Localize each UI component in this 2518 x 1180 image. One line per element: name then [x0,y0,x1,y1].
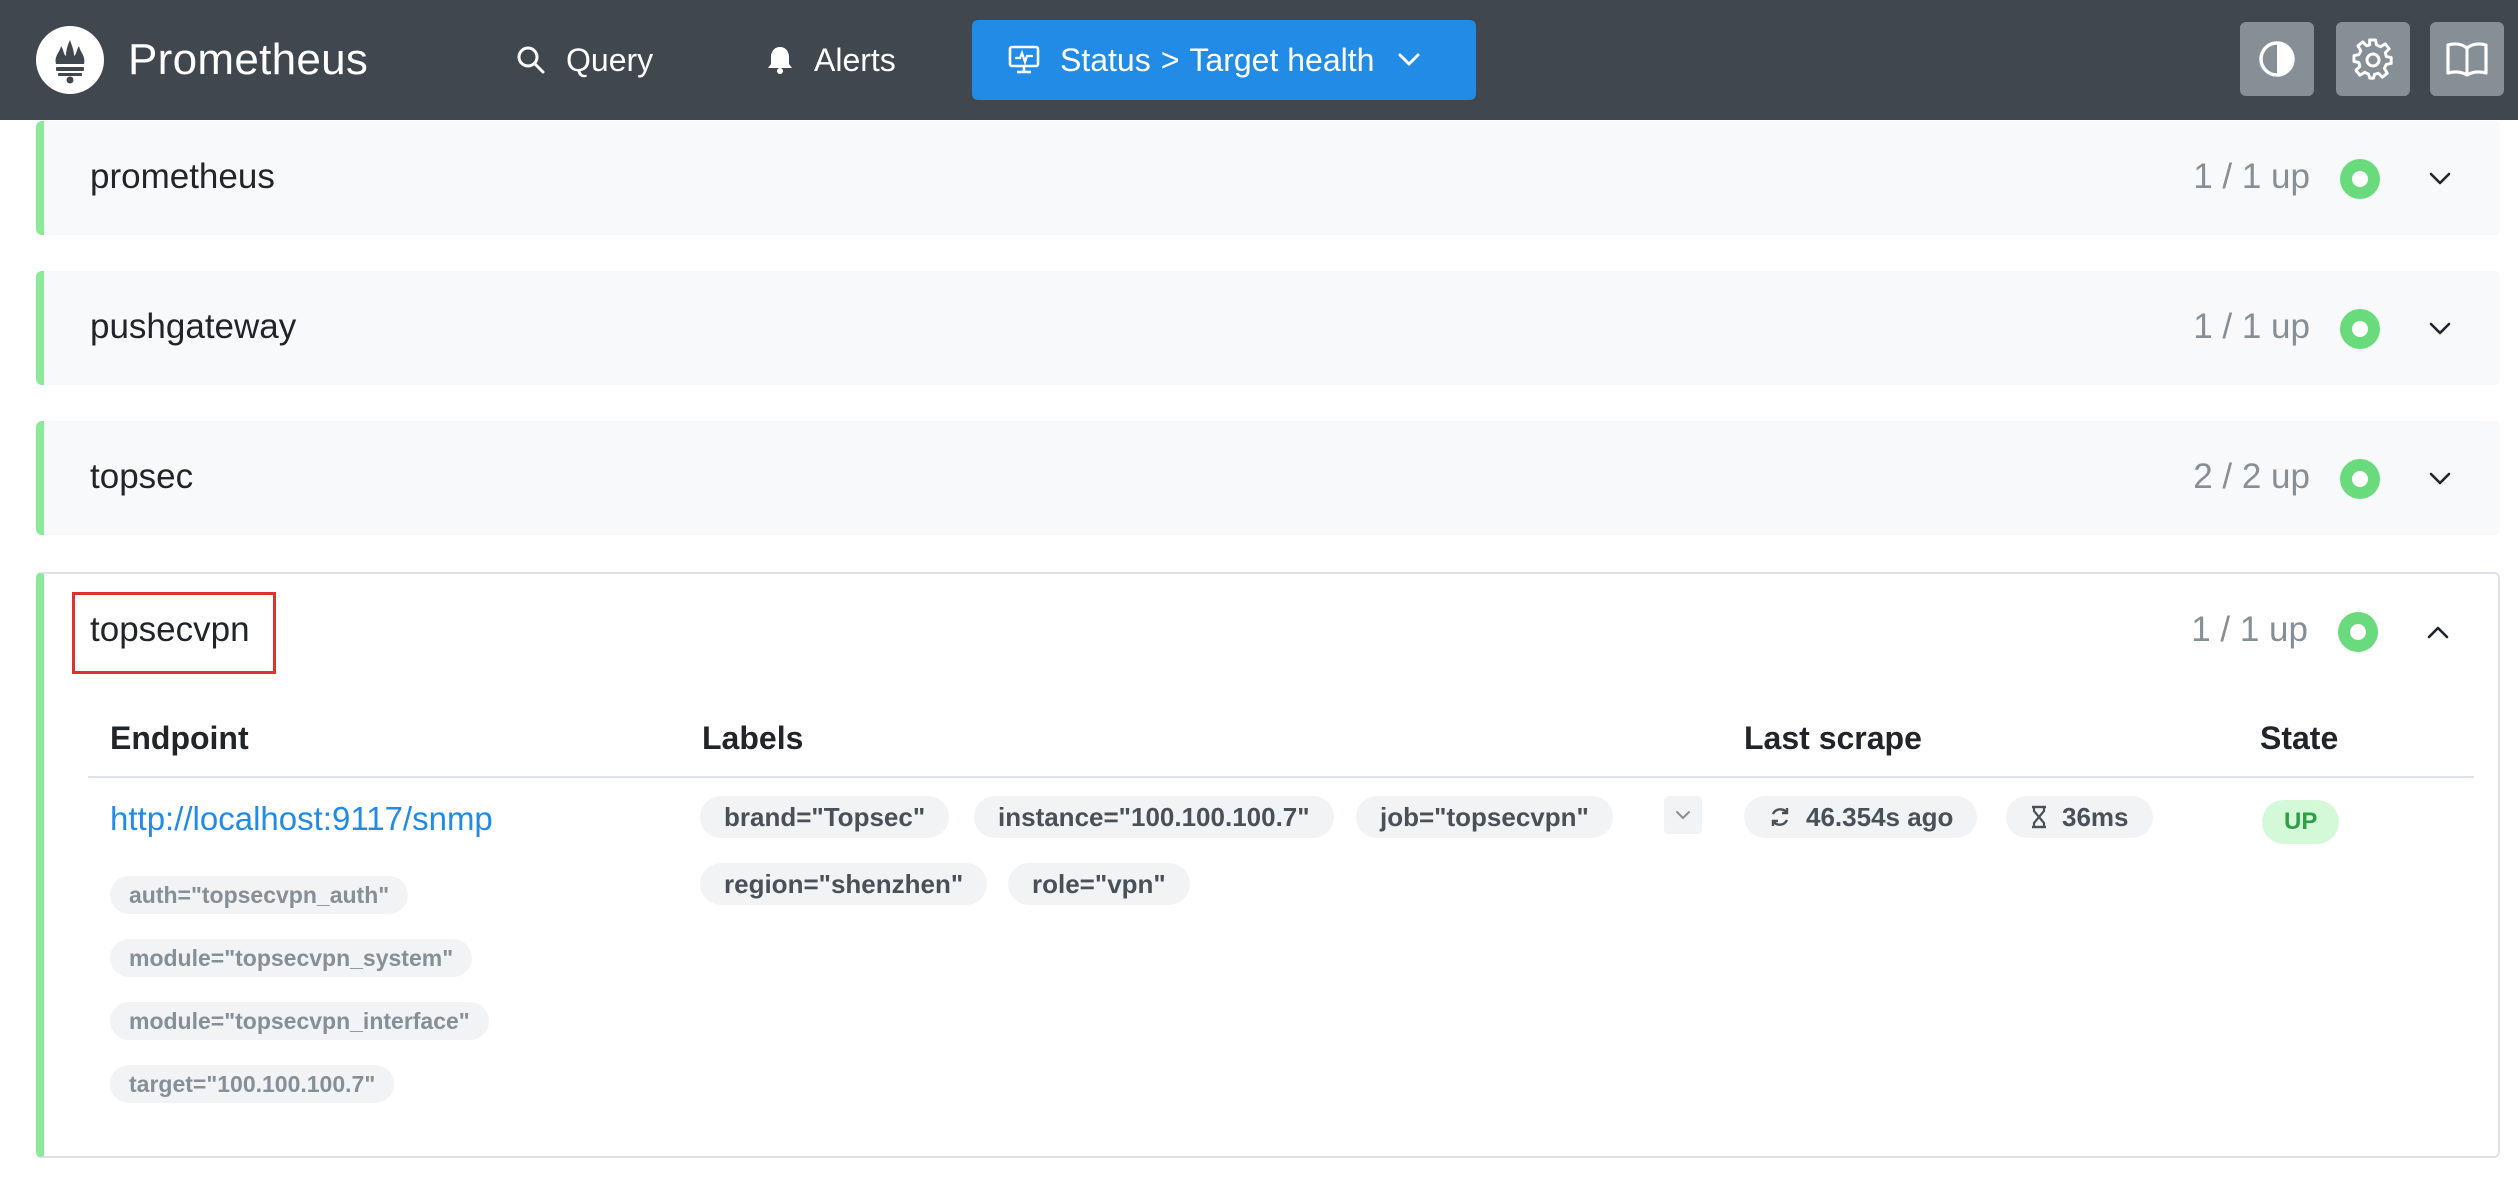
hourglass-icon [2032,805,2046,829]
endpoint-link[interactable]: http://localhost:9117/snmp [110,800,493,838]
health-ring-icon [2338,612,2378,652]
nav-alerts-link[interactable]: Alerts [750,20,912,100]
pool-pushgateway[interactable]: pushgateway 1 / 1 up [36,271,2500,385]
settings-button[interactable] [2336,22,2410,96]
pool-health-count: 2 / 2 up [2193,457,2310,496]
brand[interactable]: Prometheus [36,26,368,94]
target-label-badge: role="vpn" [1008,863,1190,905]
pool-topsec[interactable]: topsec 2 / 2 up [36,421,2500,535]
chevron-down-icon [1676,811,1690,820]
bell-icon [768,47,792,74]
monitor-icon [1008,45,1040,74]
nav-query-link[interactable]: Query [500,20,669,100]
pool-topsecvpn: topsecvpn 1 / 1 up Endpoint Labels Last … [36,572,2500,1158]
gear-icon [2352,38,2393,80]
prometheus-logo-icon [36,26,104,94]
contrast-icon [2259,41,2295,77]
pool-health-count: 1 / 1 up [2193,157,2310,196]
column-header-endpoint: Endpoint [110,720,249,756]
scrape-param-badge: module="topsecvpn_system" [110,939,473,977]
pool-name: prometheus [90,157,275,196]
pool-health-count: 1 / 1 up [2193,307,2310,346]
column-header-last-scrape: Last scrape [1744,720,1922,756]
column-header-labels: Labels [702,720,804,756]
last-scrape-badge: 46.354s ago [1744,796,1978,838]
pool-name: topsec [90,457,194,496]
table-header-divider [88,776,2474,778]
scrape-duration-badge: 36ms [2006,796,2153,838]
pool-prometheus[interactable]: prometheus 1 / 1 up [36,121,2500,235]
chevron-down-icon[interactable] [2420,309,2460,349]
top-navbar: Prometheus Query Alerts Status > Target … [0,0,2518,120]
nav-alerts-label: Alerts [814,41,896,78]
docs-button[interactable] [2430,22,2504,96]
health-ring-icon [2340,159,2380,199]
scrape-param-badge: module="topsecvpn_interface" [110,1002,489,1040]
target-label-badge: instance="100.100.100.7" [974,796,1334,838]
chevron-down-icon [1398,53,1420,66]
state-badge: UP [2262,800,2340,844]
scrape-param-badge: target="100.100.100.7" [110,1065,395,1103]
target-label-badge: job="topsecvpn" [1356,796,1613,838]
nav-status-page: Target health [1189,41,1375,78]
scrape-param-badge: auth="topsecvpn_auth" [110,876,409,914]
health-ring-icon [2340,309,2380,349]
nav-status-dropdown[interactable]: Status > Target health [972,20,1476,100]
column-header-state: State [2260,720,2339,756]
chevron-up-icon[interactable] [2418,612,2458,652]
chevron-down-icon[interactable] [2420,459,2460,499]
chevron-down-icon[interactable] [2420,159,2460,199]
theme-toggle-button[interactable] [2240,22,2314,96]
nav-status-prefix: Status [1060,41,1151,78]
nav-status-separator: > [1160,41,1180,78]
refresh-icon [1771,808,1789,826]
expand-labels-button[interactable] [1664,796,1702,834]
health-ring-icon [2340,459,2380,499]
nav-query-label: Query [566,41,654,78]
scrape-duration-value: 36ms [2062,801,2129,832]
pool-name[interactable]: topsecvpn [90,610,250,650]
pool-health-count: 1 / 1 up [2191,610,2308,649]
brand-name: Prometheus [128,35,369,84]
book-icon [2446,42,2488,77]
pool-name: pushgateway [90,307,297,346]
last-scrape-value: 46.354s ago [1806,801,1954,832]
target-label-badge: region="shenzhen" [700,863,988,905]
target-label-badge: brand="Topsec" [700,796,950,838]
search-icon [517,46,545,74]
